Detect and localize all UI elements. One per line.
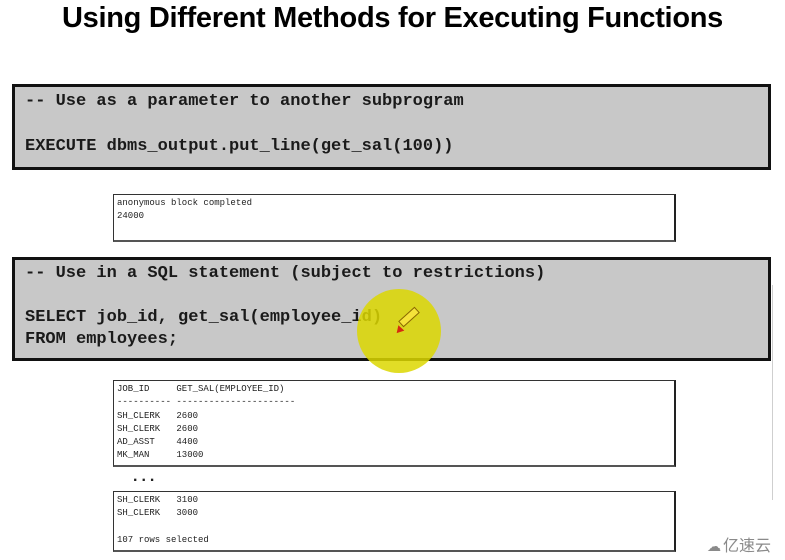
result-row: MK_MAN 13000 — [117, 450, 204, 460]
watermark-text: 亿速云 — [722, 536, 771, 555]
result-row: SH_CLERK 2600 — [117, 424, 199, 434]
divider-line — [772, 285, 773, 500]
output-panel-query-top: JOB_ID GET_SAL(EMPLOYEE_ID) ---------- -… — [113, 380, 676, 467]
watermark: ☁ 亿速云 — [707, 532, 771, 556]
result-separator: ---------- ---------------------- — [117, 397, 296, 407]
code-line: SELECT job_id, get_sal(employee_id) — [25, 308, 383, 327]
code-box-parameter: -- Use as a parameter to another subprog… — [12, 84, 771, 170]
result-header: JOB_ID GET_SAL(EMPLOYEE_ID) — [117, 384, 285, 394]
cloud-icon: ☁ — [706, 539, 721, 555]
output-panel-query-bottom: SH_CLERK 3100 SH_CLERK 3000 107 rows sel… — [113, 491, 676, 552]
code-line: EXECUTE dbms_output.put_line(get_sal(100… — [25, 137, 454, 156]
result-row: SH_CLERK 2600 — [117, 411, 199, 421]
output-panel-execute: anonymous block completed 24000 — [113, 194, 676, 242]
output-line: 24000 — [117, 211, 145, 221]
slide-title: Using Different Methods for Executing Fu… — [62, 2, 723, 34]
code-line: FROM employees; — [25, 330, 179, 349]
code-comment: -- Use in a SQL statement (subject to re… — [25, 264, 546, 283]
ellipsis: ... — [133, 468, 159, 485]
result-row: SH_CLERK 3100 — [117, 495, 199, 505]
code-comment: -- Use as a parameter to another subprog… — [25, 92, 464, 111]
rows-selected-status: 107 rows selected — [117, 535, 209, 545]
result-row: SH_CLERK 3000 — [117, 508, 199, 518]
result-row: AD_ASST 4400 — [117, 437, 199, 447]
output-line: anonymous block completed — [117, 198, 253, 208]
